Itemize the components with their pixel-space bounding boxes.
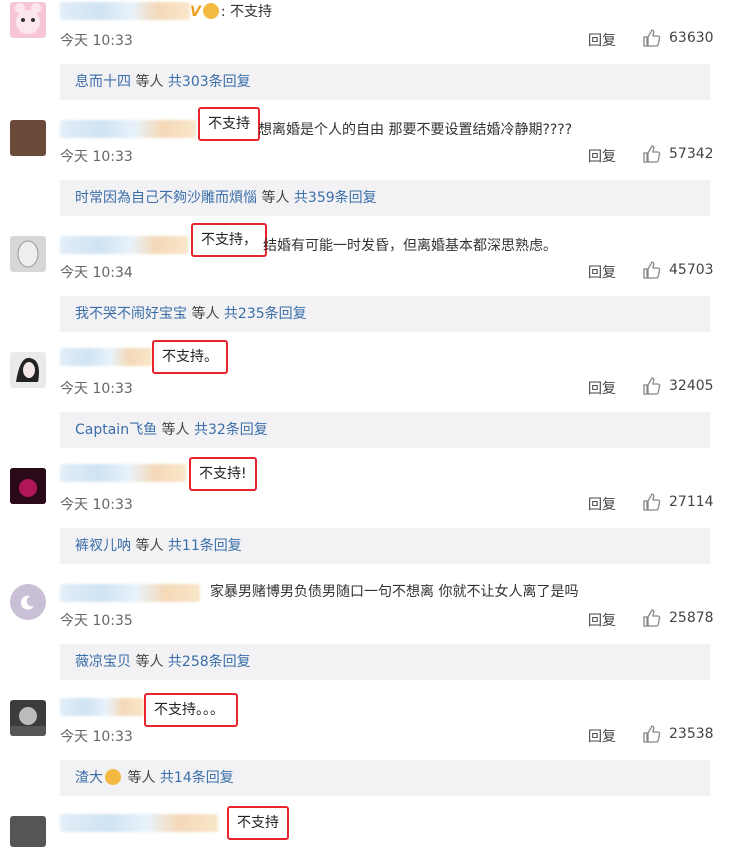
reply-nick[interactable]: 时常因為自己不夠沙雕而煩惱 xyxy=(75,190,257,206)
reply-count[interactable]: 共303条回复 xyxy=(168,74,251,90)
username-blurred[interactable] xyxy=(60,584,200,602)
reply-count[interactable]: 共235条回复 xyxy=(224,306,307,322)
comment-item: 不支持 xyxy=(0,806,731,847)
emoji-icon xyxy=(105,769,121,785)
reply-mid: 等人 xyxy=(261,190,290,206)
reply-mid: 等人 xyxy=(191,306,220,322)
comment-time: 今天 10:35 xyxy=(60,613,133,629)
avatar[interactable] xyxy=(10,816,46,847)
comment-time: 今天 10:33 xyxy=(60,149,133,165)
reply-count[interactable]: 共258条回复 xyxy=(168,654,251,670)
comment-text: V: 不支持 xyxy=(190,3,273,20)
verified-icon: V xyxy=(190,4,201,20)
reply-button[interactable]: 回复 xyxy=(588,726,616,746)
like-count: 63630 xyxy=(669,30,714,46)
highlighted-text: 不支持。 xyxy=(152,340,228,374)
highlighted-text: 不支持， xyxy=(191,223,267,257)
like-count: 45703 xyxy=(669,262,714,278)
reply-summary[interactable]: Captain飞鱼 等人 共32条回复 xyxy=(60,412,710,448)
reply-nick[interactable]: 渣大 xyxy=(75,770,103,786)
username-blurred[interactable] xyxy=(60,698,144,716)
reply-summary[interactable]: 息而十四 等人 共303条回复 xyxy=(60,64,710,100)
reply-count[interactable]: 共14条回复 xyxy=(160,770,234,786)
like-count: 25878 xyxy=(669,610,714,626)
comment-item: 不支持。 今天 10:33 回复 32405 Captain飞鱼 等人 共32条… xyxy=(0,340,731,464)
thumbs-up-icon[interactable] xyxy=(642,28,662,48)
reply-nick[interactable]: 薇凉宝贝 xyxy=(75,654,131,670)
reply-count[interactable]: 共32条回复 xyxy=(194,422,268,438)
username-blurred[interactable] xyxy=(60,464,186,482)
thumbs-up-icon[interactable] xyxy=(642,608,662,628)
reply-button[interactable]: 回复 xyxy=(588,378,616,398)
avatar[interactable] xyxy=(10,236,46,272)
reply-count[interactable]: 共11条回复 xyxy=(168,538,242,554)
comment-item: 不支持。。。 今天 10:33 回复 23538 渣大 等人 共14条回复 xyxy=(0,693,731,812)
username-blurred[interactable] xyxy=(60,236,188,254)
reply-button[interactable]: 回复 xyxy=(588,30,616,50)
comment-text: 想离婚是个人的自由 那要不要设置结婚冷静期???? xyxy=(258,122,573,138)
comment-text: 结婚有可能一时发昏，但离婚基本都深思熟虑。 xyxy=(263,238,557,254)
reply-nick[interactable]: 息而十四 xyxy=(75,74,131,90)
thumbs-up-icon[interactable] xyxy=(642,724,662,744)
reply-mid: 等人 xyxy=(127,770,156,786)
avatar[interactable] xyxy=(10,468,46,504)
thumbs-up-icon[interactable] xyxy=(642,260,662,280)
comment-item: 不支持! 今天 10:33 回复 27114 裤衩儿呐 等人 共11条回复 xyxy=(0,457,731,580)
comment-feed: V: 不支持 今天 10:33 回复 63630 息而十四 等人 共303条回复… xyxy=(0,0,731,847)
thumbs-up-icon[interactable] xyxy=(642,492,662,512)
reply-summary[interactable]: 裤衩儿呐 等人 共11条回复 xyxy=(60,528,710,564)
comment-time: 今天 10:33 xyxy=(60,729,133,745)
highlighted-text: 不支持! xyxy=(189,457,257,491)
comment-time: 今天 10:33 xyxy=(60,497,133,513)
comment-item: 家暴男赌博男负债男随口一句不想离 你就不让女人离了是吗 今天 10:35 回复 … xyxy=(0,580,731,696)
comment-time: 今天 10:33 xyxy=(60,381,133,397)
comment-item: 不支持， 结婚有可能一时发昏，但离婚基本都深思熟虑。 今天 10:34 回复 4… xyxy=(0,223,731,348)
reply-button[interactable]: 回复 xyxy=(588,146,616,166)
thumbs-up-icon[interactable] xyxy=(642,376,662,396)
comment-text: 家暴男赌博男负债男随口一句不想离 你就不让女人离了是吗 xyxy=(210,584,579,600)
reply-mid: 等人 xyxy=(135,538,164,554)
reply-mid: 等人 xyxy=(135,74,164,90)
avatar[interactable] xyxy=(10,120,46,156)
highlighted-text: 不支持。。。 xyxy=(144,693,238,727)
emoji-icon xyxy=(202,3,219,19)
comment-time: 今天 10:34 xyxy=(60,265,133,281)
reply-mid: 等人 xyxy=(161,422,190,438)
avatar[interactable] xyxy=(10,700,46,736)
avatar[interactable] xyxy=(10,584,46,620)
comment-item: V: 不支持 今天 10:33 回复 63630 息而十四 等人 共303条回复 xyxy=(0,0,731,116)
avatar[interactable] xyxy=(10,2,46,38)
reply-button[interactable]: 回复 xyxy=(588,610,616,630)
highlighted-text: 不支持 xyxy=(198,107,260,141)
username-blurred[interactable] xyxy=(60,348,152,366)
avatar[interactable] xyxy=(10,352,46,388)
reply-nick[interactable]: 裤衩儿呐 xyxy=(75,538,131,554)
like-count: 27114 xyxy=(669,494,714,510)
reply-nick[interactable]: Captain飞鱼 xyxy=(75,422,157,438)
comment-item: 不支持 想离婚是个人的自由 那要不要设置结婚冷静期???? 今天 10:33 回… xyxy=(0,107,731,232)
username-blurred[interactable] xyxy=(60,120,196,138)
reply-mid: 等人 xyxy=(135,654,164,670)
username-blurred[interactable] xyxy=(60,2,190,20)
reply-summary[interactable]: 我不哭不闹好宝宝 等人 共235条回复 xyxy=(60,296,710,332)
reply-summary[interactable]: 时常因為自己不夠沙雕而煩惱 等人 共359条回复 xyxy=(60,180,710,216)
like-count: 57342 xyxy=(669,146,714,162)
comment-time: 今天 10:33 xyxy=(60,33,133,49)
like-count: 32405 xyxy=(669,378,714,394)
reply-button[interactable]: 回复 xyxy=(588,494,616,514)
reply-summary[interactable]: 薇凉宝贝 等人 共258条回复 xyxy=(60,644,710,680)
reply-summary[interactable]: 渣大 等人 共14条回复 xyxy=(60,760,710,796)
like-count: 23538 xyxy=(669,726,714,742)
reply-count[interactable]: 共359条回复 xyxy=(294,190,377,206)
reply-button[interactable]: 回复 xyxy=(588,262,616,282)
highlighted-text: 不支持 xyxy=(227,806,289,840)
username-blurred[interactable] xyxy=(60,814,218,832)
thumbs-up-icon[interactable] xyxy=(642,144,662,164)
reply-nick[interactable]: 我不哭不闹好宝宝 xyxy=(75,306,187,322)
